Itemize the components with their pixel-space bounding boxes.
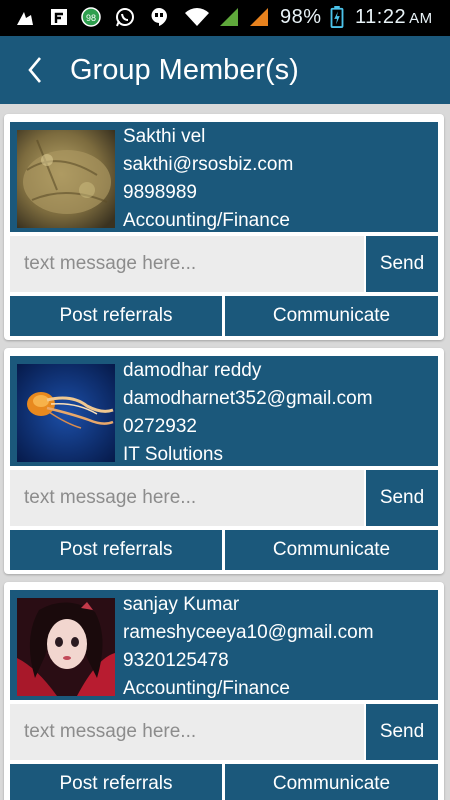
flipboard-icon bbox=[51, 9, 67, 25]
signal-icon bbox=[220, 8, 238, 26]
member-name: Sakthi vel bbox=[123, 126, 206, 147]
post-referrals-button[interactable]: Post referrals bbox=[10, 530, 222, 570]
message-row: Send bbox=[10, 704, 438, 760]
message-input[interactable] bbox=[10, 470, 364, 526]
post-referrals-button[interactable]: Post referrals bbox=[10, 296, 222, 336]
member-name: sanjay Kumar bbox=[123, 594, 240, 615]
hangouts-icon bbox=[151, 8, 167, 26]
member-phone: 9320125478 bbox=[123, 650, 229, 671]
member-email: damodharnet352@gmail.com bbox=[123, 388, 373, 409]
member-email: rameshyceeya10@gmail.com bbox=[123, 622, 374, 643]
avatar[interactable] bbox=[17, 364, 115, 462]
status-bar: 98 98% 11:22 AM bbox=[0, 0, 450, 36]
post-referrals-button[interactable]: Post referrals bbox=[10, 764, 222, 800]
jellyfish-photo bbox=[17, 364, 115, 462]
stone-photo bbox=[17, 130, 115, 228]
member-list: Sakthi vel sakthi@rsosbiz.com 9898989 Ac… bbox=[0, 104, 450, 800]
member-info: damodhar reddy damodharnet352@gmail.com … bbox=[10, 356, 438, 466]
member-category: Accounting/Finance bbox=[123, 210, 290, 231]
message-row: Send bbox=[10, 236, 438, 292]
page-title: Group Member(s) bbox=[70, 54, 299, 86]
member-email: sakthi@rsosbiz.com bbox=[123, 154, 294, 175]
send-button[interactable]: Send bbox=[366, 470, 438, 526]
member-name: damodhar reddy bbox=[123, 360, 262, 381]
member-category: IT Solutions bbox=[123, 444, 223, 465]
member-phone: 9898989 bbox=[123, 182, 197, 203]
wifi-icon bbox=[185, 8, 209, 26]
message-input[interactable] bbox=[10, 704, 364, 760]
member-card: damodhar reddy damodharnet352@gmail.com … bbox=[4, 348, 444, 574]
chevron-left-icon[interactable] bbox=[18, 52, 54, 88]
communicate-button[interactable]: Communicate bbox=[225, 764, 438, 800]
member-phone: 0272932 bbox=[123, 416, 197, 437]
message-row: Send bbox=[10, 470, 438, 526]
badge-98-icon: 98 bbox=[81, 7, 101, 27]
battery-percent: 98% bbox=[280, 6, 322, 28]
clock: 11:22 AM bbox=[355, 6, 433, 28]
action-row: Post referrals Communicate bbox=[10, 296, 438, 336]
action-row: Post referrals Communicate bbox=[10, 530, 438, 570]
send-button[interactable]: Send bbox=[366, 236, 438, 292]
member-info: sanjay Kumar rameshyceeya10@gmail.com 93… bbox=[10, 590, 438, 700]
battery-charging-icon bbox=[330, 6, 344, 28]
usb-icon bbox=[17, 12, 33, 25]
member-info: Sakthi vel sakthi@rsosbiz.com 9898989 Ac… bbox=[10, 122, 438, 232]
svg-text:98: 98 bbox=[86, 13, 96, 23]
avatar[interactable] bbox=[17, 598, 115, 696]
avatar[interactable] bbox=[17, 130, 115, 228]
action-row: Post referrals Communicate bbox=[10, 764, 438, 800]
communicate-button[interactable]: Communicate bbox=[225, 296, 438, 336]
send-button[interactable]: Send bbox=[366, 704, 438, 760]
whatsapp-icon bbox=[116, 8, 134, 27]
signal-2-icon bbox=[250, 8, 268, 26]
message-input[interactable] bbox=[10, 236, 364, 292]
member-card: Sakthi vel sakthi@rsosbiz.com 9898989 Ac… bbox=[4, 114, 444, 340]
member-category: Accounting/Finance bbox=[123, 678, 290, 699]
app-bar: Group Member(s) bbox=[0, 36, 450, 104]
doll-photo bbox=[17, 598, 115, 696]
member-card: sanjay Kumar rameshyceeya10@gmail.com 93… bbox=[4, 582, 444, 800]
communicate-button[interactable]: Communicate bbox=[225, 530, 438, 570]
